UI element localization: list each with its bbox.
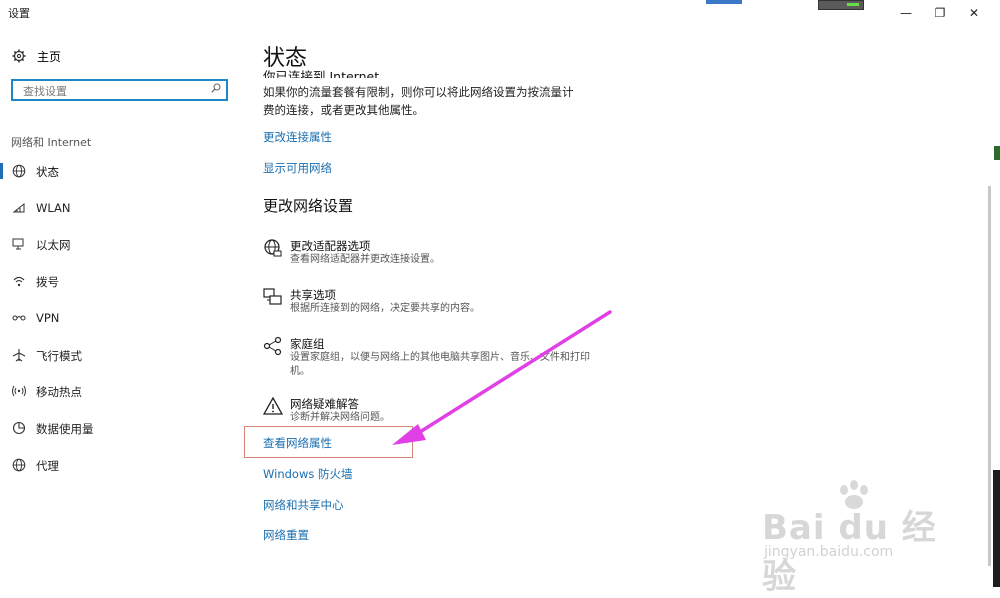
edge-dark-region	[993, 470, 1000, 587]
edge-marker	[994, 146, 1000, 160]
vertical-scrollbar[interactable]	[988, 186, 991, 566]
watermark: Bai du 经验 jingyan.baidu.com	[762, 480, 942, 597]
watermark-url: jingyan.baidu.com	[764, 544, 894, 560]
